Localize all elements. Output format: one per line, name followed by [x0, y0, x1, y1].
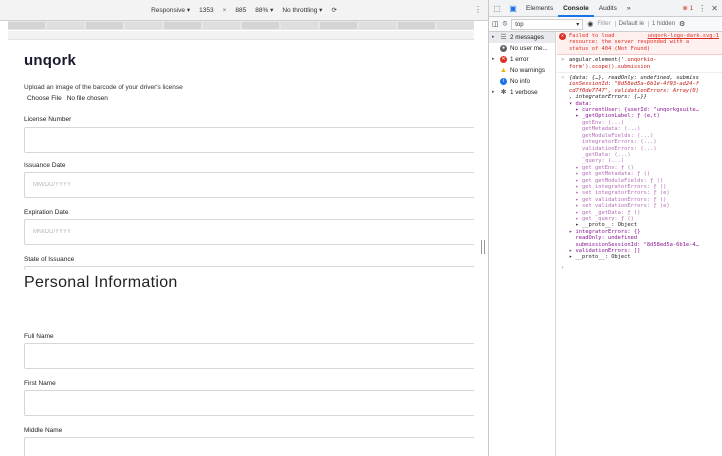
devtools-menu-icon[interactable]: ⋮ — [698, 4, 706, 13]
unqork-logo: unqork — [24, 52, 77, 69]
file-upload: Choose File No file chosen — [27, 95, 108, 102]
console-error-message: ✕ Failed to load unqork-logo-dark.svg:1 … — [557, 32, 722, 56]
close-devtools-icon[interactable]: ✕ — [711, 4, 718, 13]
sidebar-item-verbose[interactable]: ▸ ✱ 1 verbose — [489, 87, 555, 98]
console-settings-icon[interactable]: ⚙ — [679, 20, 685, 28]
expiration-date-label: Expiration Date — [24, 209, 69, 216]
personal-information-heading: Personal Information — [24, 274, 178, 291]
sidebar-toggle-icon[interactable]: ◫ — [492, 20, 499, 28]
middle-name-label: Middle Name — [24, 427, 63, 434]
devtools-tabbar: ⬚ ▣ Elements Console Audits » ⊗ 1 ⋮ ✕ — [489, 0, 722, 17]
eye-icon[interactable]: ◉ — [587, 20, 593, 28]
device-toolbar: Responsive ▾ 1353 × 885 88% ▾ No throttl… — [0, 0, 488, 21]
more-tabs-button[interactable]: » — [622, 0, 636, 17]
error-count-badge[interactable]: ⊗ 1 — [682, 4, 693, 13]
more-options-icon[interactable]: ⋮ — [474, 5, 482, 14]
viewport-header-bar — [8, 31, 474, 40]
error-icon: ✕ — [500, 56, 507, 63]
sidebar-item-errors[interactable]: ▸ ✕ 1 error — [489, 54, 555, 65]
console-output[interactable]: ✕ Failed to load unqork-logo-dark.svg:1 … — [557, 32, 722, 456]
console-command: > angular.element('.unqorkio- form').sco… — [557, 55, 722, 74]
throttling-select[interactable]: No throttling ▾ — [282, 6, 322, 14]
bug-icon: ✱ — [500, 89, 507, 96]
hidden-count: 1 hidden — [648, 21, 675, 27]
user-icon: ● — [500, 45, 507, 52]
first-name-label: First Name — [24, 380, 56, 387]
sidebar-item-warnings[interactable]: ▲ No warnings — [489, 65, 555, 76]
resize-handle[interactable] — [481, 240, 485, 254]
sidebar-item-info[interactable]: i No info — [489, 76, 555, 87]
first-name-input[interactable] — [24, 390, 474, 416]
middle-name-input[interactable] — [24, 437, 474, 456]
device-select[interactable]: Responsive ▾ — [151, 6, 190, 14]
zoom-select[interactable]: 88% ▾ — [255, 6, 273, 14]
no-file-chosen-text: No file chosen — [66, 95, 108, 102]
error-icon: ✕ — [559, 33, 566, 40]
object-tree[interactable]: ▾ data: ▸ currentUser: {userId: "unqorkg… — [569, 101, 719, 261]
state-of-issuance-input[interactable] — [24, 266, 474, 270]
default-levels-select[interactable]: Default le — [614, 21, 644, 27]
media-query-ruler[interactable] — [8, 21, 474, 30]
console-sidebar: ▸ ☰ 2 messages ● No user me... ▸ ✕ 1 err… — [489, 32, 556, 456]
width-input[interactable]: 1353 — [199, 7, 213, 14]
license-number-label: License Number — [24, 116, 72, 123]
warning-icon: ▲ — [500, 67, 507, 74]
license-number-input[interactable] — [24, 127, 474, 153]
console-filter-bar: ◫ ⦸ top ▾ ◉ Filter Default le 1 hidden ⚙ — [489, 17, 722, 32]
tree-node[interactable]: ▸ __proto__: Object — [569, 254, 719, 260]
page-viewport: unqork Upload an image of the barcode of… — [8, 31, 474, 456]
choose-file-button[interactable]: Choose File — [27, 95, 62, 102]
sidebar-item-messages[interactable]: ▸ ☰ 2 messages — [489, 32, 555, 43]
list-icon: ☰ — [500, 34, 507, 41]
device-toggle-icon[interactable]: ▣ — [505, 4, 521, 13]
filter-input[interactable]: Filter — [597, 21, 610, 27]
dimension-separator: × — [222, 6, 227, 14]
inspect-icon[interactable]: ⬚ — [489, 4, 505, 13]
full-name-input[interactable] — [24, 343, 474, 369]
upload-label: Upload an image of the barcode of your d… — [24, 84, 183, 91]
full-name-label: Full Name — [24, 333, 54, 340]
expiration-date-input[interactable] — [24, 219, 474, 245]
context-select[interactable]: top ▾ — [511, 18, 584, 30]
console-result[interactable]: < {data: {…}, readOnly: undefined, submi… — [557, 73, 722, 261]
rotate-icon[interactable]: ⟳ — [331, 6, 336, 14]
sidebar-item-user-messages[interactable]: ● No user me... — [489, 43, 555, 54]
info-icon: i — [500, 78, 507, 85]
tab-audits[interactable]: Audits — [594, 0, 622, 17]
tab-console[interactable]: Console — [558, 0, 594, 17]
clear-console-icon[interactable]: ⦸ — [503, 20, 508, 28]
state-of-issuance-label: State of Issuance — [24, 256, 75, 263]
issuance-date-label: Issuance Date — [24, 162, 66, 169]
console-prompt[interactable]: › — [557, 265, 722, 271]
height-input[interactable]: 885 — [235, 7, 246, 14]
tab-elements[interactable]: Elements — [521, 0, 558, 17]
issuance-date-input[interactable] — [24, 172, 474, 198]
